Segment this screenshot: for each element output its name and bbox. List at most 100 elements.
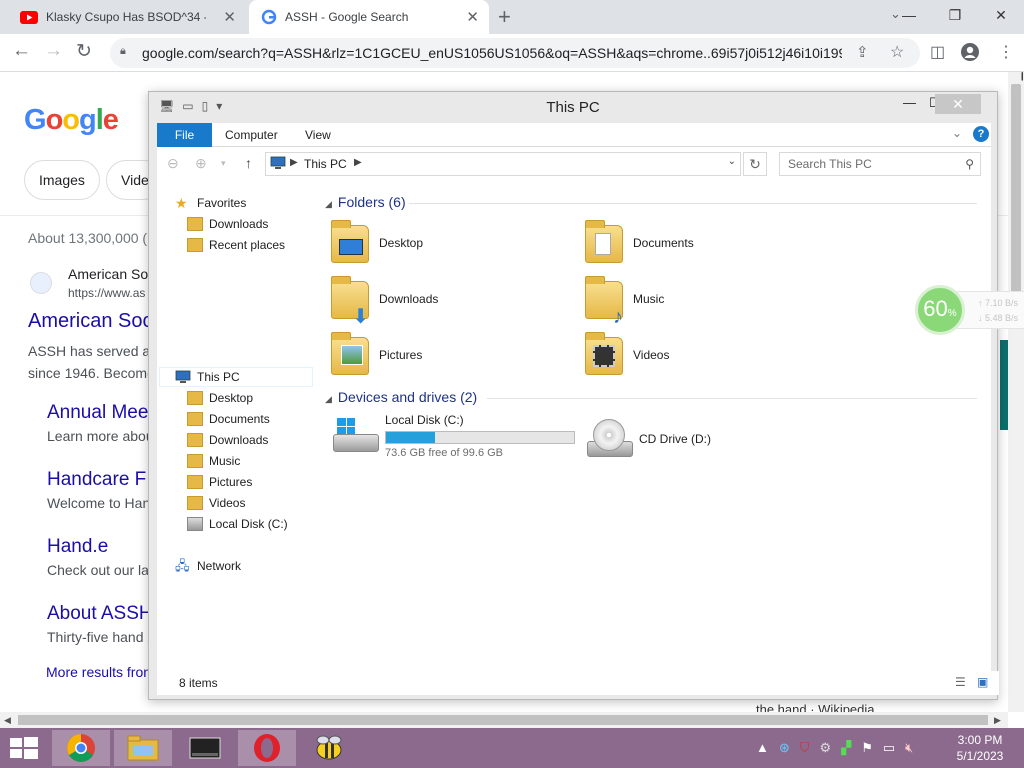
- sitelink[interactable]: Annual Mee: [47, 402, 148, 424]
- forward-arrow-icon[interactable]: →: [44, 40, 63, 62]
- file-explorer-icon: [127, 735, 159, 761]
- horizontal-scrollbar[interactable]: ◀ ▶: [0, 712, 1008, 728]
- taskbar-opera[interactable]: [238, 730, 296, 766]
- collapse-triangle-icon[interactable]: ◢: [325, 199, 332, 209]
- recent-locations-icon[interactable]: ▾: [221, 158, 226, 169]
- profile-avatar-icon[interactable]: [960, 42, 980, 62]
- minimize-button[interactable]: —: [886, 0, 932, 34]
- start-button-windows-icon[interactable]: [8, 736, 38, 760]
- breadcrumb[interactable]: This PC: [304, 157, 347, 171]
- nav-documents[interactable]: Documents: [187, 409, 270, 429]
- help-icon[interactable]: ?: [973, 126, 989, 142]
- sitelink[interactable]: Handcare F: [47, 469, 146, 491]
- speed-indicator-icon[interactable]: ⊛: [779, 740, 790, 756]
- address-bar[interactable]: 🔒︎ google.com/search?q=ASSH&rlz=1C1GCEU_…: [110, 38, 920, 68]
- nav-network[interactable]: 🖧︎ Network: [175, 556, 241, 576]
- nav-desktop[interactable]: Desktop: [187, 388, 253, 408]
- nav-pictures[interactable]: Pictures: [187, 472, 252, 492]
- scroll-thumb[interactable]: [18, 715, 988, 725]
- address-box[interactable]: ▶ This PC ▶ ⌄: [265, 152, 741, 176]
- nav-videos[interactable]: Videos: [187, 493, 245, 513]
- up-arrow-icon[interactable]: ↑: [245, 155, 252, 171]
- large-icons-view-icon[interactable]: ▣: [977, 675, 988, 689]
- nav-fav-downloads[interactable]: Downloads: [187, 214, 268, 234]
- breadcrumb-separator-icon[interactable]: ▶: [354, 157, 362, 168]
- back-arrow-icon[interactable]: ←: [12, 40, 31, 62]
- show-hidden-icons-icon[interactable]: ▲: [756, 740, 769, 756]
- sitelink[interactable]: About ASSH: [47, 603, 153, 625]
- refresh-icon[interactable]: ↻: [743, 152, 767, 176]
- scroll-left-arrow-icon[interactable]: ◀: [4, 712, 11, 728]
- nav-recent-places[interactable]: Recent places: [187, 235, 285, 255]
- tab-youtube[interactable]: Klasky Csupo Has BSOD^34 - Yo ✕: [8, 0, 246, 34]
- sitelink[interactable]: Hand.e: [47, 536, 108, 558]
- tab-computer[interactable]: Computer: [225, 128, 278, 142]
- folder-documents[interactable]: Documents: [581, 216, 694, 270]
- search-icon: ⚲: [965, 157, 974, 171]
- details-view-icon[interactable]: ☰: [955, 675, 966, 689]
- network-activity-icon[interactable]: ▞: [841, 740, 851, 756]
- close-tab-icon[interactable]: ✕: [466, 8, 479, 26]
- expand-ribbon-icon[interactable]: ⌄: [952, 126, 962, 140]
- reload-icon[interactable]: ↻: [76, 40, 92, 63]
- volume-muted-icon[interactable]: 🔇︎: [905, 740, 913, 756]
- network-speed-widget[interactable]: ↑ 7.10 B/s ↓ 5.48 B/s 60%: [915, 285, 1024, 335]
- result-snippet: ASSH has served a: [28, 343, 151, 359]
- tab-google-search[interactable]: ASSH - Google Search ✕: [249, 0, 489, 34]
- folders-group-header[interactable]: ◢ Folders (6): [325, 194, 406, 210]
- nav-downloads[interactable]: Downloads: [187, 430, 268, 450]
- minimize-button[interactable]: —: [903, 95, 916, 110]
- forward-button-icon[interactable]: ⊕: [195, 155, 207, 172]
- tab-view[interactable]: View: [305, 128, 331, 142]
- nav-music[interactable]: Music: [187, 451, 240, 471]
- bookmark-star-icon[interactable]: ☆: [890, 42, 904, 62]
- close-tab-icon[interactable]: ✕: [223, 8, 236, 26]
- folder-icon: [187, 496, 203, 510]
- folder-music[interactable]: ♪ Music: [581, 272, 664, 327]
- url-text: google.com/search?q=ASSH&rlz=1C1GCEU_enU…: [142, 45, 842, 61]
- side-panel-icon[interactable]: ◫: [930, 42, 945, 62]
- breadcrumb-separator-icon[interactable]: ▶: [290, 157, 298, 168]
- monitor-icon[interactable]: ▭: [883, 740, 895, 756]
- explorer-titlebar[interactable]: 🖥︎ ▭ ▯ ▾ This PC — ☐ ✕: [149, 92, 997, 122]
- more-results-link[interactable]: More results fron: [46, 664, 151, 680]
- folder-desktop[interactable]: Desktop: [327, 216, 423, 270]
- restore-button[interactable]: ❐: [932, 0, 978, 34]
- folder-videos[interactable]: Videos: [581, 328, 669, 382]
- nav-local-disk[interactable]: Local Disk (C:): [187, 514, 288, 534]
- collapse-triangle-icon[interactable]: ◢: [325, 394, 332, 404]
- taskbar-file-explorer[interactable]: [114, 730, 172, 766]
- close-button[interactable]: ✕: [935, 94, 981, 114]
- vertical-scrollbar[interactable]: [1008, 72, 1024, 712]
- nav-favorites[interactable]: ★ Favorites: [175, 193, 246, 213]
- devices-group-header[interactable]: ◢ Devices and drives (2): [325, 389, 477, 405]
- result-url: https://www.as: [68, 286, 146, 300]
- close-window-button[interactable]: ✕: [978, 0, 1024, 34]
- drive-icon: [187, 517, 203, 531]
- nav-label: Local Disk (C:): [209, 517, 288, 531]
- result-title-link[interactable]: American Soc: [28, 310, 153, 333]
- drive-cd-d[interactable]: CD Drive (D:): [587, 419, 711, 459]
- shield-icon[interactable]: ⛉: [800, 740, 810, 756]
- chip-images[interactable]: Images: [24, 160, 100, 200]
- new-tab-button[interactable]: +: [498, 4, 511, 30]
- drive-local-disk-c[interactable]: Local Disk (C:) 73.6 GB free of 99.6 GB: [333, 413, 575, 459]
- share-icon[interactable]: ⇪: [856, 43, 869, 61]
- folder-downloads[interactable]: ⬇ Downloads: [327, 272, 438, 327]
- google-logo[interactable]: Google: [24, 104, 119, 137]
- scroll-right-arrow-icon[interactable]: ▶: [994, 712, 1001, 728]
- menu-kebab-icon[interactable]: ⋮: [998, 42, 1014, 62]
- flag-icon[interactable]: ⚑: [861, 740, 873, 756]
- taskbar-window-app[interactable]: [176, 730, 234, 766]
- address-dropdown-icon[interactable]: ⌄: [728, 156, 736, 167]
- search-box[interactable]: Search This PC ⚲: [779, 152, 981, 176]
- scroll-thumb[interactable]: [1011, 84, 1021, 316]
- taskbar-chrome[interactable]: [52, 730, 110, 766]
- tab-file[interactable]: File: [157, 123, 212, 147]
- security-alert-icon[interactable]: ⚙: [820, 740, 832, 756]
- taskbar-clock[interactable]: 3:00 PM 5/1/2023: [950, 732, 1010, 764]
- back-button-icon[interactable]: ⊖: [167, 155, 179, 172]
- taskbar-bee-app[interactable]: [300, 730, 358, 766]
- folder-pictures[interactable]: Pictures: [327, 328, 422, 382]
- nav-this-pc[interactable]: This PC: [175, 367, 240, 387]
